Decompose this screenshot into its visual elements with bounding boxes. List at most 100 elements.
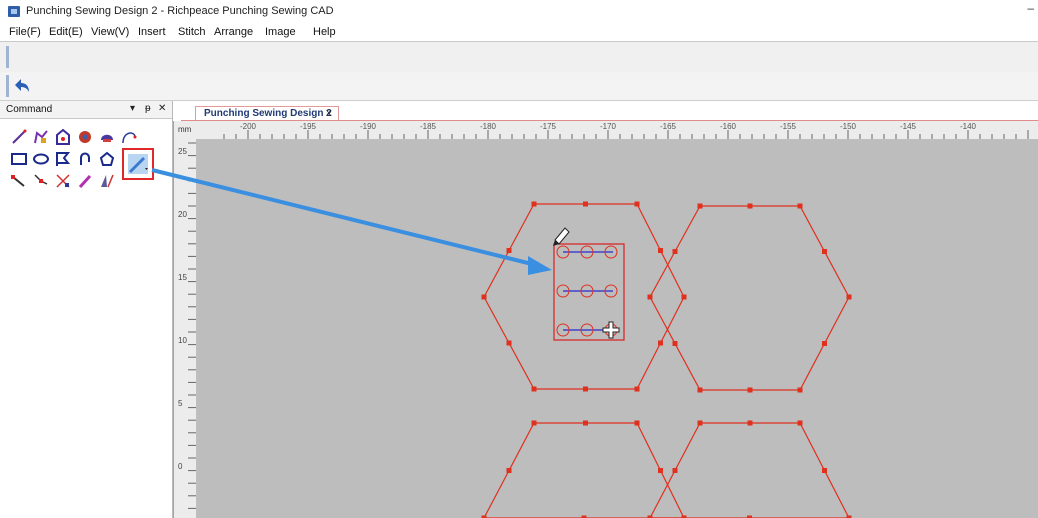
menu-help[interactable]: Help xyxy=(313,26,336,38)
node-handle xyxy=(506,340,512,346)
node-handle xyxy=(481,294,487,300)
ruler-label: -185 xyxy=(420,122,437,131)
node-handle xyxy=(672,341,678,346)
command-panel-header: Command ▾ ᵽ ✕ xyxy=(0,101,172,119)
design-canvas[interactable]: mm -200 -195 -190 -185 -180 -175 -170 -165 -160-… xyxy=(173,121,1038,518)
cut-tool-icon[interactable] xyxy=(54,172,72,190)
menu-stitch[interactable]: Stitch xyxy=(178,26,206,38)
node-handle xyxy=(697,203,703,209)
menu-arrange[interactable]: Arrange xyxy=(214,26,253,38)
command-panel-title: Command xyxy=(6,104,53,115)
polygon-tool-icon[interactable] xyxy=(98,150,116,168)
drawing-surface[interactable] xyxy=(197,140,1038,518)
node-handle xyxy=(672,249,678,254)
node-handle xyxy=(583,420,588,426)
ruler-label: -165 xyxy=(660,122,677,131)
node-handle xyxy=(647,294,653,300)
node-handle xyxy=(658,248,663,253)
node-handle xyxy=(747,420,753,426)
node-handle xyxy=(681,294,687,300)
node-handle xyxy=(658,340,663,346)
flag-tool-icon[interactable] xyxy=(54,150,72,168)
arc-tool-icon[interactable] xyxy=(76,150,94,168)
node-handle xyxy=(583,201,588,207)
minimize-button[interactable]: – xyxy=(1027,1,1034,15)
helmet-tool-icon[interactable] xyxy=(98,128,116,146)
move-cursor-icon xyxy=(602,321,620,339)
ruler-label: -155 xyxy=(780,122,797,131)
node-handle xyxy=(697,420,703,426)
ruler-unit: mm xyxy=(178,125,192,134)
pen-tool-icon[interactable] xyxy=(76,172,94,190)
punch-sewing-tool-icon xyxy=(128,154,148,174)
hexagon-shape xyxy=(649,205,850,391)
vertical-ruler: 25 20 15 10 5 0 xyxy=(174,139,197,518)
ruler-corner: mm xyxy=(174,121,197,140)
document-area: Punching Sewing Design 2 x mm -200 -195 -1… xyxy=(173,101,1038,518)
horizontal-ruler: -200 -195 -190 -185 -180 -175 -170 -165 -160 -155… xyxy=(196,121,1038,140)
pen-cursor-icon xyxy=(554,227,570,245)
app-icon xyxy=(8,6,20,17)
hexagon-shape xyxy=(483,422,685,518)
node-handle xyxy=(797,203,803,209)
node-handle xyxy=(634,201,640,207)
ruler-label: -195 xyxy=(300,122,317,131)
ruler-label: -190 xyxy=(360,122,377,131)
node-handle xyxy=(846,294,852,300)
node-handle xyxy=(747,387,753,393)
node-handle xyxy=(797,387,803,393)
menu-view[interactable]: View(V) xyxy=(91,26,129,38)
toolbar-grip[interactable] xyxy=(6,46,9,68)
ruler-label: -175 xyxy=(540,122,557,131)
tab-punching-sewing-design-2[interactable]: Punching Sewing Design 2 x xyxy=(195,106,339,121)
panel-menu-button[interactable]: ▾ xyxy=(130,103,135,114)
panel-close-button[interactable]: ✕ xyxy=(158,103,166,114)
move-cursor-shape xyxy=(602,321,620,339)
punch-sewing-tool-button[interactable] xyxy=(122,148,154,180)
node-tool-icon[interactable] xyxy=(10,172,28,190)
vertical-ruler-ticks xyxy=(188,142,196,509)
shape-tool-icon[interactable] xyxy=(54,128,72,146)
mirror-tool-icon[interactable] xyxy=(98,172,116,190)
undo-arrow-icon[interactable] xyxy=(12,76,32,96)
ellipse-tool-icon[interactable] xyxy=(32,150,50,168)
node-handle xyxy=(531,420,537,426)
tab-close-button[interactable]: x xyxy=(326,107,332,119)
menu-file[interactable]: File(F) xyxy=(9,26,41,38)
menu-image[interactable]: Image xyxy=(265,26,296,38)
node-handle xyxy=(506,248,512,253)
node-handle xyxy=(822,249,827,254)
ruler-label: -200 xyxy=(240,122,257,131)
node-handle xyxy=(531,201,537,207)
gear-tool-icon[interactable] xyxy=(76,128,94,146)
ruler-label: -160 xyxy=(720,122,737,131)
edit-tool-icon[interactable] xyxy=(32,172,50,190)
menu-insert[interactable]: Insert xyxy=(138,26,166,38)
title-bar: Punching Sewing Design 2 - Richpeace Pun… xyxy=(0,0,1038,22)
command-panel: Command ▾ ᵽ ✕ xyxy=(0,101,173,518)
node-handle xyxy=(672,468,678,473)
node-handle xyxy=(822,341,827,346)
ruler-label: -180 xyxy=(480,122,497,131)
line-tool-icon[interactable] xyxy=(10,128,28,146)
node-handle xyxy=(697,387,703,393)
menu-edit[interactable]: Edit(E) xyxy=(49,26,83,38)
main-toolbar xyxy=(0,41,1038,73)
menu-bar: File(F) Edit(E) View(V) Insert Stitch Ar… xyxy=(0,22,1038,40)
node-handle xyxy=(531,386,537,392)
node-handle xyxy=(583,386,588,392)
node-handle xyxy=(506,468,512,473)
toolbar-grip[interactable] xyxy=(6,75,9,97)
node-handle xyxy=(658,468,663,473)
node-handle xyxy=(822,468,827,473)
node-handle xyxy=(747,203,753,209)
ruler-label: -140 xyxy=(960,122,977,131)
panel-pin-button[interactable]: ᵽ xyxy=(145,103,151,114)
node-handle xyxy=(634,420,640,426)
polyline-tool-icon[interactable] xyxy=(32,128,50,146)
rectangle-tool-icon[interactable] xyxy=(10,150,28,168)
ruler-label: -145 xyxy=(900,122,917,131)
curve-tool-icon[interactable] xyxy=(120,128,138,146)
node-handle xyxy=(634,386,640,392)
node-handle xyxy=(797,420,803,426)
